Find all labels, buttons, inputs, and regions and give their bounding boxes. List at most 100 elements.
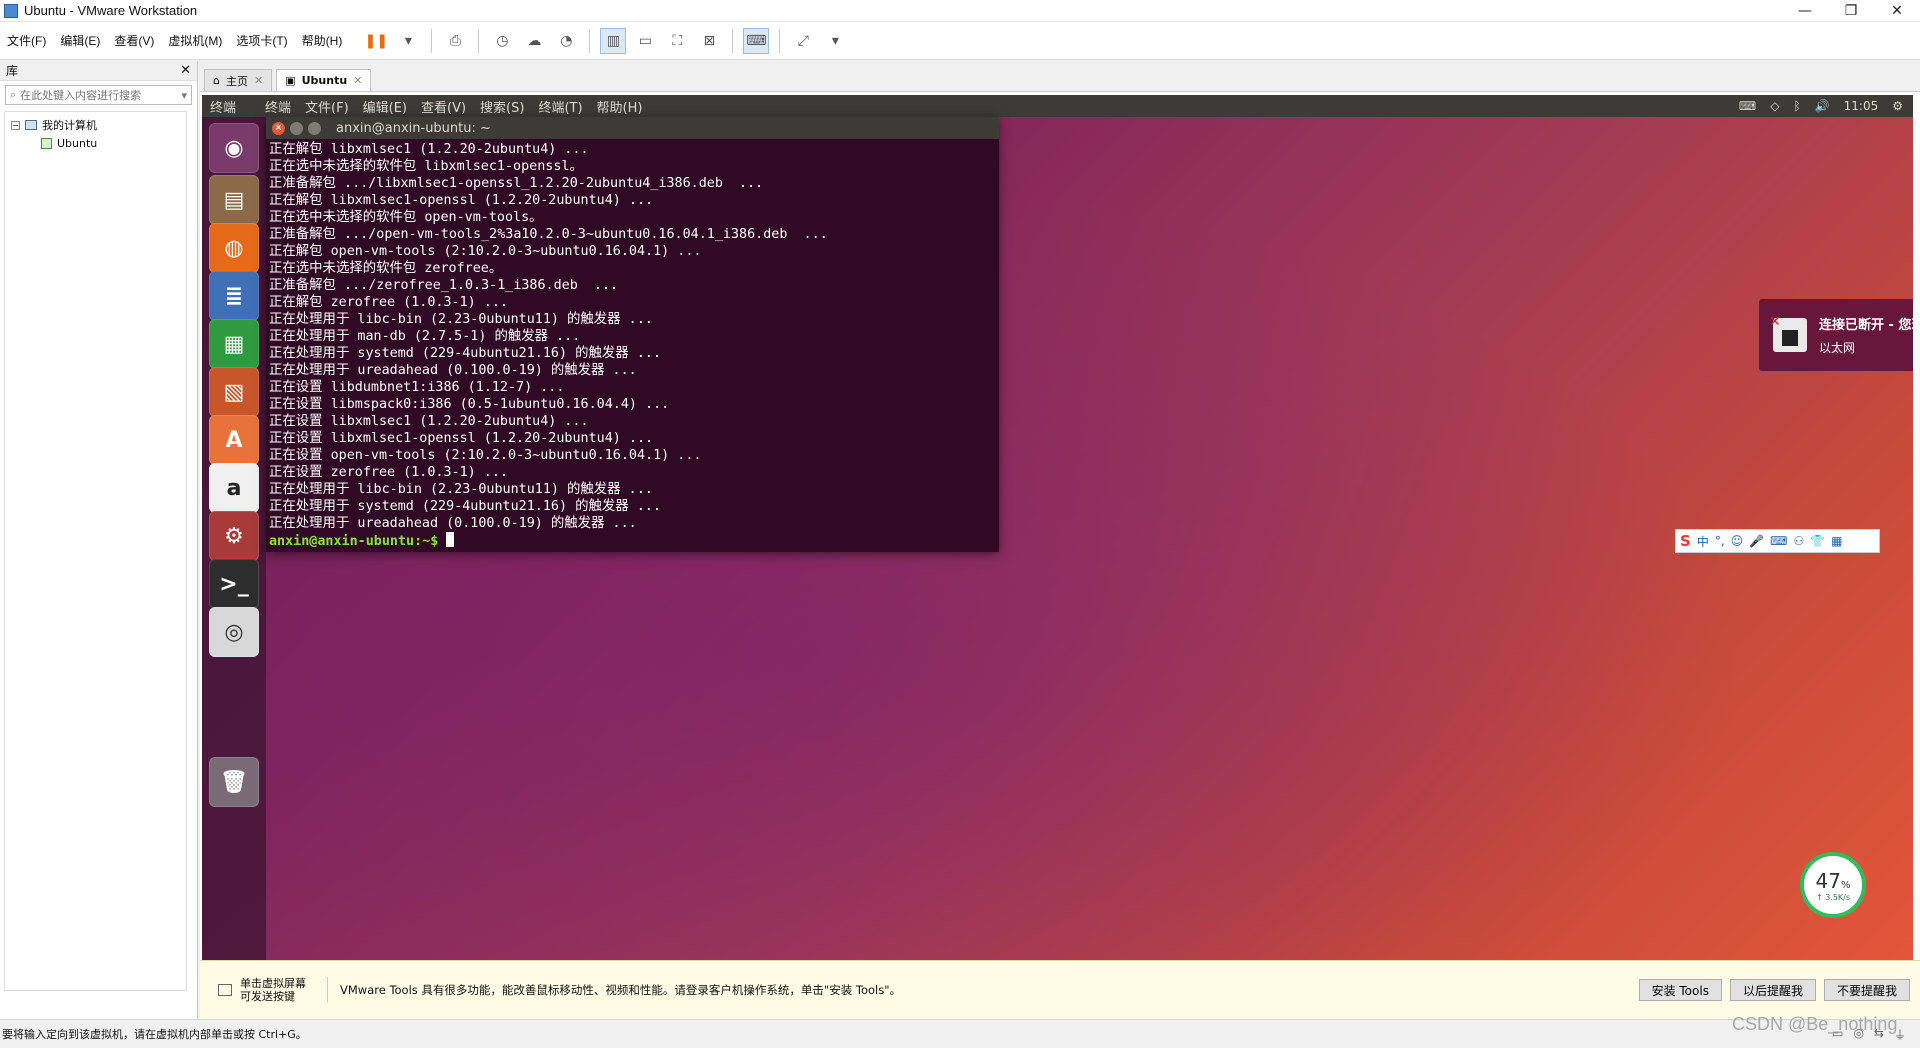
- system-settings-icon[interactable]: ⚙: [209, 511, 259, 561]
- keyboard-icon[interactable]: ⌨: [1739, 99, 1756, 113]
- microphone-icon[interactable]: 🎤: [1749, 534, 1764, 548]
- terminal-prompt-line[interactable]: anxin@anxin-ubuntu:~$: [269, 532, 996, 550]
- gear-icon[interactable]: ⚙: [1892, 99, 1903, 113]
- impress-icon[interactable]: ▧: [209, 367, 259, 417]
- console-view-icon[interactable]: ⌨: [743, 27, 770, 54]
- snapshot-icon[interactable]: ◷: [489, 28, 515, 54]
- tree-item-label: Ubuntu: [57, 136, 98, 150]
- vmware-logo-icon: [4, 3, 18, 18]
- volume-icon[interactable]: 🔊: [1815, 99, 1830, 113]
- close-icon[interactable]: ×: [272, 121, 285, 135]
- terminal-line: 正在设置 open-vm-tools (2:10.2.0-3~ubuntu0.1…: [269, 448, 702, 463]
- terminal-line: 正准备解包 .../libxmlsec1-openssl_1.2.20-2ubu…: [269, 176, 764, 191]
- tab-label: Ubuntu: [301, 74, 348, 87]
- ubuntu-menu-item[interactable]: 终端(T): [531, 97, 589, 116]
- never-remind-button[interactable]: 不要提醒我: [1823, 979, 1910, 1001]
- minimize-icon[interactable]: [290, 121, 303, 135]
- computer-icon: [25, 120, 37, 130]
- ime-punctuation-toggle[interactable]: °,: [1715, 534, 1725, 548]
- network-icon[interactable]: ◇: [1770, 99, 1779, 113]
- send-keys-icon[interactable]: ⎙: [442, 28, 468, 54]
- firefox-icon[interactable]: ◍: [209, 223, 259, 273]
- software-center-icon[interactable]: A: [209, 415, 259, 465]
- writer-icon[interactable]: ≣: [209, 271, 259, 321]
- sogou-logo-icon[interactable]: S: [1680, 532, 1691, 550]
- stretch-view-icon[interactable]: ⤢: [790, 28, 816, 54]
- search-input[interactable]: [20, 88, 178, 102]
- ubuntu-menu-item[interactable]: 搜索(S): [473, 97, 531, 116]
- thumbnail-bar-icon[interactable]: ▭: [632, 28, 658, 54]
- calc-icon[interactable]: ▦: [209, 319, 259, 369]
- menu-tabs[interactable]: 选项卡(T): [229, 32, 294, 49]
- terminal-icon[interactable]: >_: [209, 559, 259, 609]
- files-icon[interactable]: ▤: [209, 175, 259, 225]
- fullscreen-icon[interactable]: ⛶: [664, 28, 690, 54]
- window-controls: — ❐ ✕: [1782, 0, 1920, 22]
- menu-edit[interactable]: 编辑(E): [53, 32, 107, 49]
- unity-icon[interactable]: ⊠: [696, 28, 722, 54]
- soft-keyboard-icon[interactable]: ⌨: [1770, 534, 1787, 548]
- menu-vm[interactable]: 虚拟机(M): [161, 32, 229, 49]
- tab-home[interactable]: ⌂ 主页 ✕: [204, 69, 273, 91]
- show-library-icon[interactable]: ▥: [600, 27, 627, 54]
- library-search: ⌕ ▾: [5, 85, 192, 105]
- terminal-line: 正在设置 libdumbnet1:i386 (1.12-7) ...: [269, 380, 565, 395]
- bluetooth-icon[interactable]: ᛒ: [1793, 99, 1800, 113]
- menu-file[interactable]: 文件(F): [0, 32, 53, 49]
- ubuntu-menu-item[interactable]: 编辑(E): [356, 97, 414, 116]
- menu-help[interactable]: 帮助(H): [295, 32, 350, 49]
- vm-icon: [41, 137, 52, 149]
- user-icon[interactable]: ⚇: [1793, 534, 1804, 548]
- library-header: 库 ✕: [0, 61, 197, 81]
- dvd-icon[interactable]: ◎: [209, 607, 259, 657]
- ubuntu-menu-item[interactable]: 查看(V): [414, 97, 473, 116]
- chevron-down-icon[interactable]: ▾: [822, 28, 848, 54]
- guest-screen[interactable]: 终端 终端 文件(F) 编辑(E) 查看(V) 搜索(S) 终端(T) 帮助(H…: [202, 95, 1913, 960]
- ubuntu-dash-icon[interactable]: ◉: [209, 123, 259, 173]
- revert-snapshot-icon[interactable]: ☁: [521, 28, 547, 54]
- maximize-icon[interactable]: [308, 121, 321, 135]
- toolbox-icon[interactable]: ▦: [1831, 534, 1842, 548]
- trash-icon[interactable]: 🗑: [209, 757, 259, 807]
- remind-later-button[interactable]: 以后提醒我: [1729, 979, 1816, 1001]
- terminal-line: 正在处理用于 libc-bin (2.23-0ubuntu11) 的触发器 ..…: [269, 482, 653, 497]
- terminal-output[interactable]: 正在解包 libxmlsec1 (1.2.20-2ubuntu4) ... 正在选…: [266, 139, 999, 552]
- terminal-line: 正准备解包 .../zerofree_1.0.3-1_i386.deb ...: [269, 278, 619, 293]
- collapse-icon[interactable]: −: [11, 120, 20, 130]
- minimize-button[interactable]: —: [1782, 0, 1828, 22]
- window-title: Ubuntu - VMware Workstation: [24, 3, 198, 18]
- terminal-window[interactable]: × anxin@anxin-ubuntu: ~ 正在解包 libxmlsec1 …: [266, 117, 999, 552]
- tree-item-ubuntu[interactable]: Ubuntu: [11, 134, 180, 152]
- emoji-icon[interactable]: ☺: [1731, 534, 1744, 548]
- terminal-line: 正在处理用于 systemd (229-4ubuntu21.16) 的触发器 .…: [269, 346, 661, 361]
- home-icon: ⌂: [213, 74, 220, 87]
- ubuntu-menu-item[interactable]: 帮助(H): [590, 97, 650, 116]
- search-icon: ⌕: [10, 88, 17, 101]
- ubuntu-menu-item[interactable]: 终端: [258, 97, 298, 116]
- close-icon[interactable]: ✕: [254, 74, 263, 87]
- toolbar-divider: [589, 28, 591, 53]
- library-title: 库: [6, 64, 19, 78]
- tree-item-my-computer[interactable]: − 我的计算机: [11, 116, 180, 134]
- chevron-down-icon[interactable]: ▾: [395, 28, 421, 54]
- ubuntu-launcher: ◉ ▤ ◍ ≣ ▦ ▧ A a ⚙ >_ ◎ 🗑: [202, 117, 266, 960]
- snapshot-manager-icon[interactable]: ◔: [553, 28, 579, 54]
- skin-icon[interactable]: 👕: [1810, 534, 1825, 548]
- toolbar-divider: [732, 28, 734, 53]
- amazon-icon[interactable]: a: [209, 463, 259, 513]
- close-icon[interactable]: ✕: [180, 63, 191, 78]
- chevron-down-icon[interactable]: ▾: [181, 89, 187, 102]
- close-window-button[interactable]: ✕: [1874, 0, 1920, 22]
- status-bar: 要将输入定向到该虚拟机，请在虚拟机内部单击或按 Ctrl+G。 ▭ ◎ ⇆ ⏚: [0, 1019, 1920, 1048]
- close-icon[interactable]: ✕: [353, 74, 362, 87]
- terminal-line: 正在选中未选择的软件包 open-vm-tools。: [269, 210, 543, 225]
- ime-mode-toggle[interactable]: 中: [1697, 533, 1709, 550]
- pause-icon[interactable]: ❚❚: [363, 28, 389, 54]
- tab-ubuntu[interactable]: ▣ Ubuntu ✕: [276, 69, 372, 91]
- install-tools-button[interactable]: 安装 Tools: [1638, 979, 1722, 1001]
- restore-button[interactable]: ❐: [1828, 0, 1874, 22]
- menu-view[interactable]: 查看(V): [107, 32, 161, 49]
- ubuntu-menu-item[interactable]: 文件(F): [298, 97, 356, 116]
- network-speed-meter[interactable]: 47% ↑ 3.5K/s: [1800, 852, 1866, 918]
- clock[interactable]: 11:05: [1844, 99, 1879, 113]
